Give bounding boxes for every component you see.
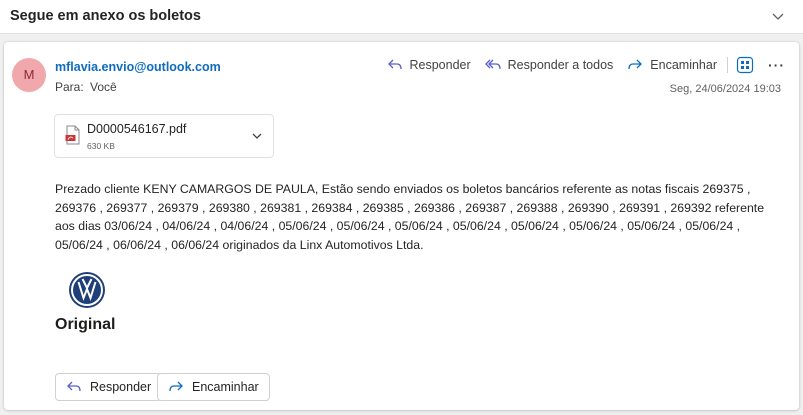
email-subject: Segue em anexo os boletos	[10, 8, 201, 24]
forward-label: Encaminhar	[650, 58, 717, 72]
forward-icon	[169, 381, 183, 392]
chevron-down-icon[interactable]	[251, 130, 263, 142]
recipient-line: Para: Você	[55, 80, 120, 94]
vw-logo-icon	[69, 272, 105, 308]
footer-forward-label: Encaminhar	[192, 380, 259, 394]
more-options-icon[interactable]: ···	[768, 57, 785, 73]
to-label: Para:	[55, 80, 84, 94]
to-value[interactable]: Você	[90, 80, 117, 94]
chevron-down-icon[interactable]	[771, 9, 785, 23]
message-actions: Responder Responder a todos Encaminhar ·…	[373, 55, 786, 75]
reply-label: Responder	[409, 58, 471, 72]
reply-all-icon	[484, 59, 501, 70]
sender-email[interactable]: mflavia.envio@outlook.com	[55, 60, 221, 74]
footer-forward-button[interactable]: Encaminhar	[157, 373, 270, 401]
reply-all-label: Responder a todos	[507, 58, 614, 72]
attachment-size: 630 KB	[87, 141, 115, 151]
attachment-name: D0000546167.pdf	[87, 122, 187, 136]
reply-icon	[67, 381, 81, 392]
forward-button[interactable]: Encaminhar	[627, 58, 717, 72]
reply-all-button[interactable]: Responder a todos	[484, 58, 614, 72]
pdf-file-icon	[65, 125, 80, 145]
apps-grid-icon	[736, 56, 754, 74]
message-date: Seg, 24/06/2024 19:03	[669, 83, 781, 95]
logo-text: Original	[55, 316, 116, 333]
reply-button[interactable]: Responder	[387, 58, 471, 72]
apps-button[interactable]	[736, 56, 754, 74]
subject-bar: Segue em anexo os boletos	[0, 0, 803, 34]
attachment-card[interactable]: D0000546167.pdf 630 KB	[54, 114, 274, 158]
forward-icon	[628, 59, 643, 70]
divider	[727, 57, 728, 73]
footer-reply-label: Responder	[90, 380, 152, 394]
reply-icon	[387, 59, 402, 70]
message-card: M mflavia.envio@outlook.com Para: Você R…	[4, 42, 799, 410]
message-body: Prezado cliente KENY CAMARGOS DE PAULA, …	[55, 182, 765, 252]
footer-reply-button[interactable]: Responder	[55, 373, 163, 401]
avatar[interactable]: M	[12, 58, 46, 92]
